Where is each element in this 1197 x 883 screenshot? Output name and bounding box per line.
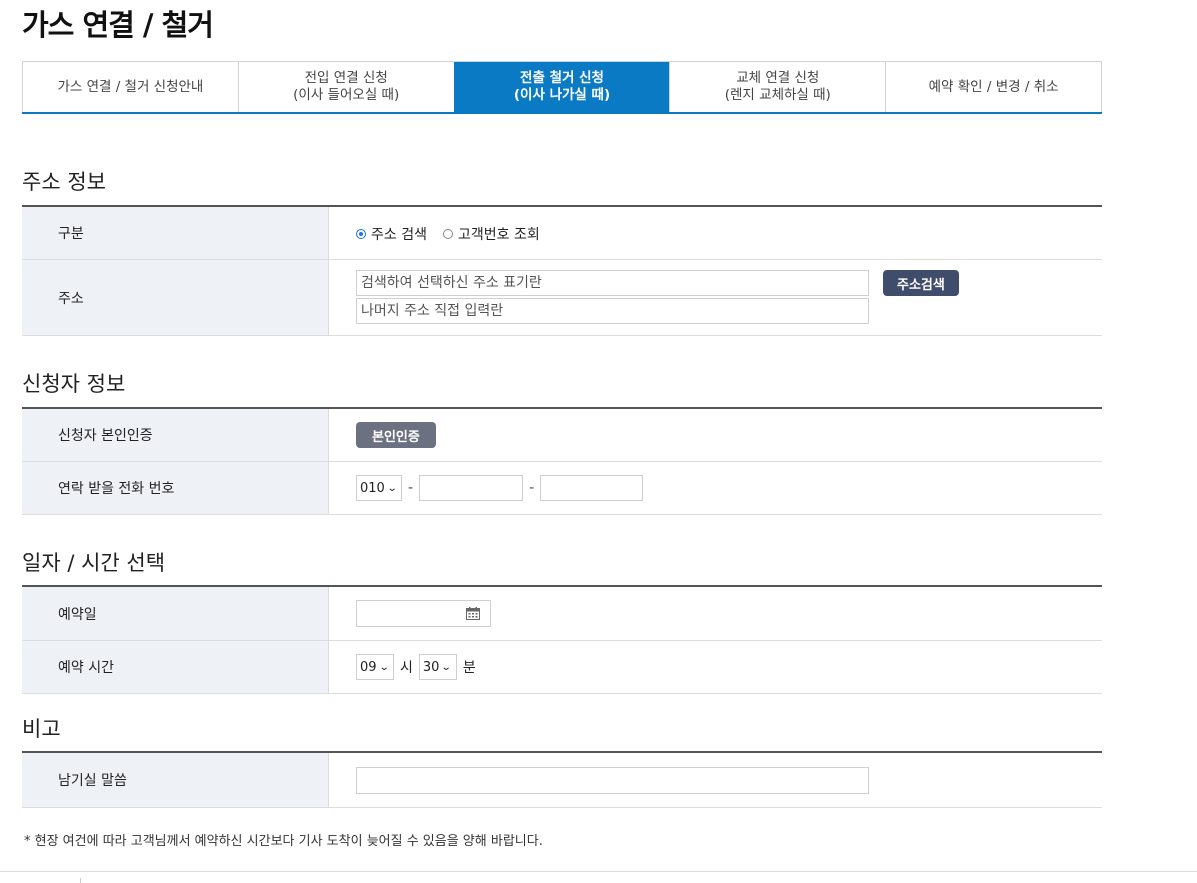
radio-unchecked-icon[interactable]: [442, 229, 453, 239]
hour-select[interactable]: 09 ⌄: [356, 654, 394, 680]
phone-row: 연락 받을 전화 번호 010 ⌄ - -: [22, 462, 1102, 515]
footer-divider: [0, 871, 1197, 872]
datetime-section-title: 일자 / 시간 선택: [22, 551, 166, 575]
datetime-table: 예약일 예약 시간 09 ⌄ 시 30 ⌄ 분: [22, 585, 1102, 694]
date-value: [329, 587, 1102, 640]
phone-label: 연락 받을 전화 번호: [22, 462, 329, 514]
tab-sublabel: (이사 들어오실 때): [293, 87, 400, 103]
remarks-section-title: 비고: [22, 717, 61, 741]
tab-reservation[interactable]: 예약 확인 / 변경 / 취소: [885, 62, 1102, 112]
type-row: 구분 주소 검색 고객번호 조회: [22, 207, 1102, 260]
address-input[interactable]: [356, 270, 869, 296]
message-label: 남기실 말씀: [22, 753, 329, 807]
auth-value: 본인인증: [329, 409, 1102, 461]
address-search-button[interactable]: 주소검색: [883, 270, 959, 296]
chevron-down-icon: ⌄: [386, 482, 398, 494]
hour-value: 09: [360, 659, 377, 675]
message-input[interactable]: [356, 766, 869, 794]
date-label: 예약일: [22, 587, 329, 640]
radio-checked-icon[interactable]: [356, 229, 366, 239]
tab-label: 예약 확인 / 변경 / 취소: [928, 78, 1059, 95]
tab-label: 전입 연결 신청: [304, 70, 388, 86]
tab-label: 전출 철거 신청: [520, 70, 604, 86]
radio-address-search[interactable]: 주소 검색: [356, 224, 427, 244]
date-picker-input[interactable]: [356, 600, 491, 627]
address-row: 주소 주소검색: [22, 260, 1102, 336]
auth-row: 신청자 본인인증 본인인증: [22, 409, 1102, 462]
message-row: 남기실 말씀: [22, 753, 1102, 808]
type-value: 주소 검색 고객번호 조회: [329, 207, 1102, 259]
page-title: 가스 연결 / 철거: [22, 8, 214, 42]
type-label: 구분: [22, 207, 329, 259]
minute-value: 30: [422, 659, 440, 675]
address-label: 주소: [22, 260, 329, 335]
tab-sublabel: (렌지 교체하실 때): [724, 87, 831, 103]
phone-prefix-select[interactable]: 010 ⌄: [356, 475, 402, 501]
radio-label: 고객번호 조회: [457, 227, 540, 243]
chevron-down-icon: ⌄: [441, 661, 453, 673]
phone-value: 010 ⌄ - -: [329, 462, 1102, 514]
radio-label: 주소 검색: [371, 227, 427, 243]
minute-unit: 분: [462, 660, 476, 676]
hour-unit: 시: [400, 660, 413, 676]
chevron-down-icon: ⌄: [378, 661, 390, 673]
phone-last-input[interactable]: [540, 475, 644, 501]
tab-sublabel: (이사 나가실 때): [513, 87, 611, 103]
identity-verify-button[interactable]: 본인인증: [356, 422, 436, 448]
address-detail-input[interactable]: [356, 298, 869, 324]
notice-text: * 현장 여건에 따라 고객님께서 예약하신 시간보다 기사 도착이 늦어질 수…: [24, 834, 543, 849]
date-row: 예약일: [22, 587, 1102, 641]
address-value: 주소검색: [329, 260, 1102, 335]
minute-select[interactable]: 30 ⌄: [418, 654, 457, 680]
phone-dash: -: [408, 480, 414, 496]
address-table: 구분 주소 검색 고객번호 조회 주소 주소검색: [22, 205, 1102, 336]
tab-move-in[interactable]: 전입 연결 신청 (이사 들어오실 때): [237, 62, 454, 112]
message-value: [329, 753, 1102, 807]
tab-move-out[interactable]: 전출 철거 신청 (이사 나가실 때): [453, 62, 670, 112]
address-section-title: 주소 정보: [22, 170, 106, 194]
tab-guide[interactable]: 가스 연결 / 철거 신청안내: [22, 62, 238, 112]
time-row: 예약 시간 09 ⌄ 시 30 ⌄ 분: [22, 641, 1102, 694]
footer-divider-tick: [80, 878, 81, 883]
radio-customer-number[interactable]: 고객번호 조회: [442, 224, 540, 244]
auth-label: 신청자 본인인증: [22, 409, 329, 461]
tab-replace[interactable]: 교체 연결 신청 (렌지 교체하실 때): [669, 62, 886, 112]
tab-bar: 가스 연결 / 철거 신청안내 전입 연결 신청 (이사 들어오실 때) 전출 …: [22, 61, 1102, 114]
type-radio-group: 주소 검색 고객번호 조회: [356, 224, 540, 244]
time-label: 예약 시간: [22, 641, 329, 693]
tab-label: 교체 연결 신청: [736, 70, 820, 86]
phone-middle-input[interactable]: [419, 475, 524, 501]
phone-prefix-value: 010: [360, 480, 385, 496]
remarks-table: 남기실 말씀: [22, 751, 1102, 808]
time-value: 09 ⌄ 시 30 ⌄ 분: [329, 641, 1102, 693]
phone-dash: -: [529, 480, 535, 496]
tab-label: 가스 연결 / 철거 신청안내: [57, 78, 204, 95]
calendar-icon[interactable]: [466, 607, 480, 620]
applicant-table: 신청자 본인인증 본인인증 연락 받을 전화 번호 010 ⌄ - -: [22, 407, 1102, 515]
applicant-section-title: 신청자 정보: [22, 372, 126, 396]
